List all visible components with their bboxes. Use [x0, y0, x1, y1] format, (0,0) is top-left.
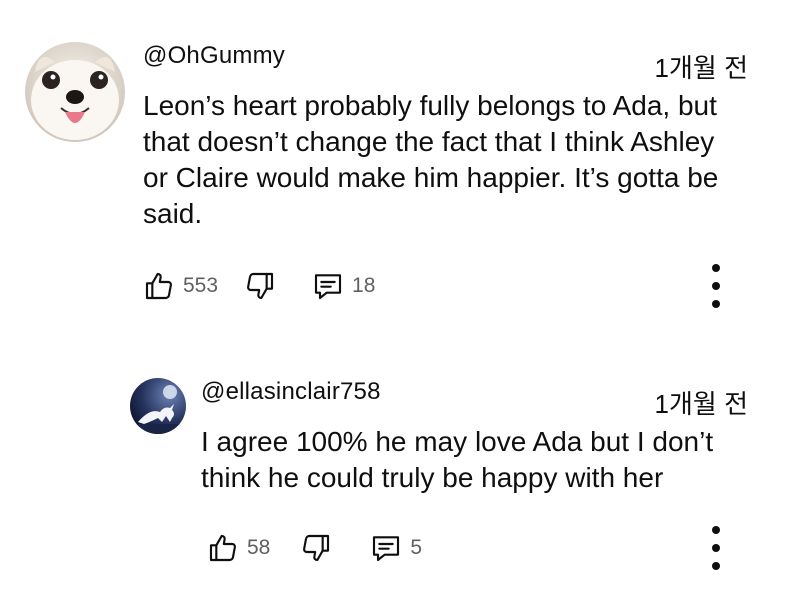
comment: @OhGummy 1개월 전 Leon’s heart probably ful…	[0, 0, 800, 330]
like-button[interactable]: 553	[143, 270, 218, 302]
comment-icon	[314, 274, 342, 300]
comment-author[interactable]: @ellasinclair758	[201, 378, 381, 406]
unicorn-avatar-icon	[130, 378, 186, 434]
comment-text: I agree 100% he may love Ada but I don’t…	[201, 426, 714, 493]
avatar[interactable]	[25, 42, 125, 142]
comment-timestamp: 1개월 전	[654, 53, 748, 83]
reply-button[interactable]: 18	[312, 270, 375, 302]
comment-author[interactable]: @OhGummy	[143, 42, 285, 70]
comment-timestamp: 1개월 전	[654, 389, 748, 419]
more-dot	[712, 526, 720, 534]
comment-actions: 553 18	[143, 266, 375, 306]
like-count: 553	[183, 274, 219, 297]
reply-count: 18	[352, 274, 376, 297]
more-dot	[712, 264, 720, 272]
thumbs-down-icon	[247, 272, 274, 300]
dislike-button[interactable]	[244, 270, 276, 302]
reply-count: 5	[410, 536, 423, 559]
avatar[interactable]	[130, 378, 186, 434]
more-options-button[interactable]	[706, 264, 726, 308]
more-dot	[712, 562, 720, 570]
more-dot	[712, 544, 720, 552]
like-button[interactable]: 58	[207, 532, 270, 564]
comment-actions: 58 5	[207, 528, 422, 568]
dislike-button[interactable]	[300, 532, 332, 564]
like-count: 58	[247, 536, 271, 559]
comment-text: Leon’s heart probably fully belongs to A…	[143, 90, 719, 229]
thumbs-up-icon	[209, 534, 236, 562]
reply-button[interactable]: 5	[370, 532, 422, 564]
comment-icon	[373, 536, 400, 562]
more-options-button[interactable]	[706, 526, 726, 570]
dog-avatar-icon	[25, 42, 125, 142]
more-dot	[712, 282, 720, 290]
thumbs-down-icon	[303, 534, 330, 562]
thumbs-up-icon	[145, 272, 172, 300]
more-dot	[712, 300, 720, 308]
reply-comment: @ellasinclair758 1개월 전 I agree 100% he m…	[0, 330, 800, 599]
